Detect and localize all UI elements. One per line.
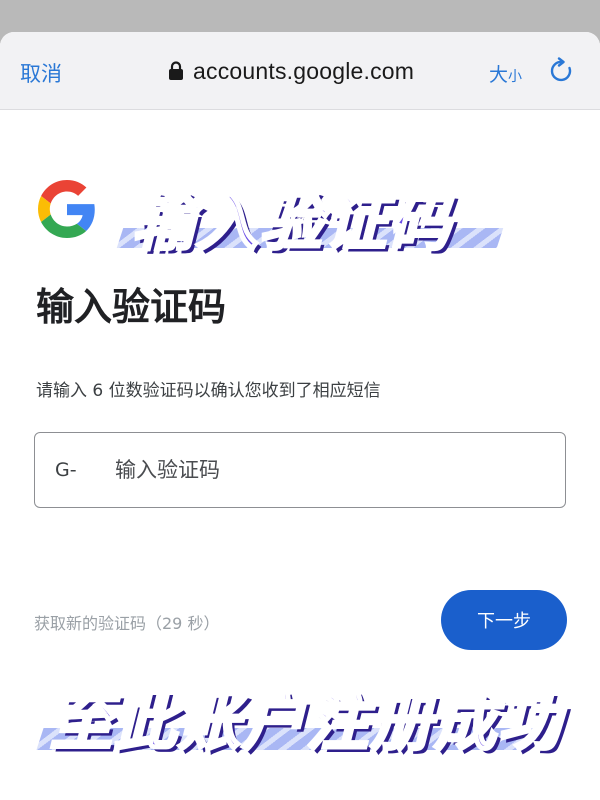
overlay-caption-top: 输入验证码 (130, 185, 453, 261)
page-description: 请输入 6 位数验证码以确认您收到了相应短信 (36, 381, 381, 401)
url-text: accounts.google.com (193, 57, 415, 84)
text-size-big-label: 大 (489, 64, 509, 86)
lock-icon (169, 61, 183, 80)
reload-icon[interactable] (549, 57, 575, 85)
cancel-button[interactable]: 取消 (20, 58, 62, 88)
overlay-caption-bottom: 至此账户注册成功 (48, 685, 563, 761)
resend-code-link[interactable]: 获取新的验证码（29 秒） (34, 610, 219, 634)
text-size-small-label: 小 (508, 69, 523, 85)
browser-address-bar: 取消 accounts.google.com 大小 (0, 32, 600, 110)
google-logo-icon (38, 180, 95, 238)
next-button[interactable]: 下一步 (441, 590, 567, 650)
verification-code-input[interactable] (115, 451, 545, 489)
page-title: 输入验证码 (36, 285, 227, 329)
page-sheet: 取消 accounts.google.com 大小 输入验证码 输入验证码 请输… (0, 32, 600, 800)
verification-code-field[interactable]: G- (34, 432, 566, 508)
url-display[interactable]: accounts.google.com (168, 56, 414, 86)
code-prefix: G- (55, 459, 77, 481)
text-size-button[interactable]: 大小 (489, 60, 522, 87)
